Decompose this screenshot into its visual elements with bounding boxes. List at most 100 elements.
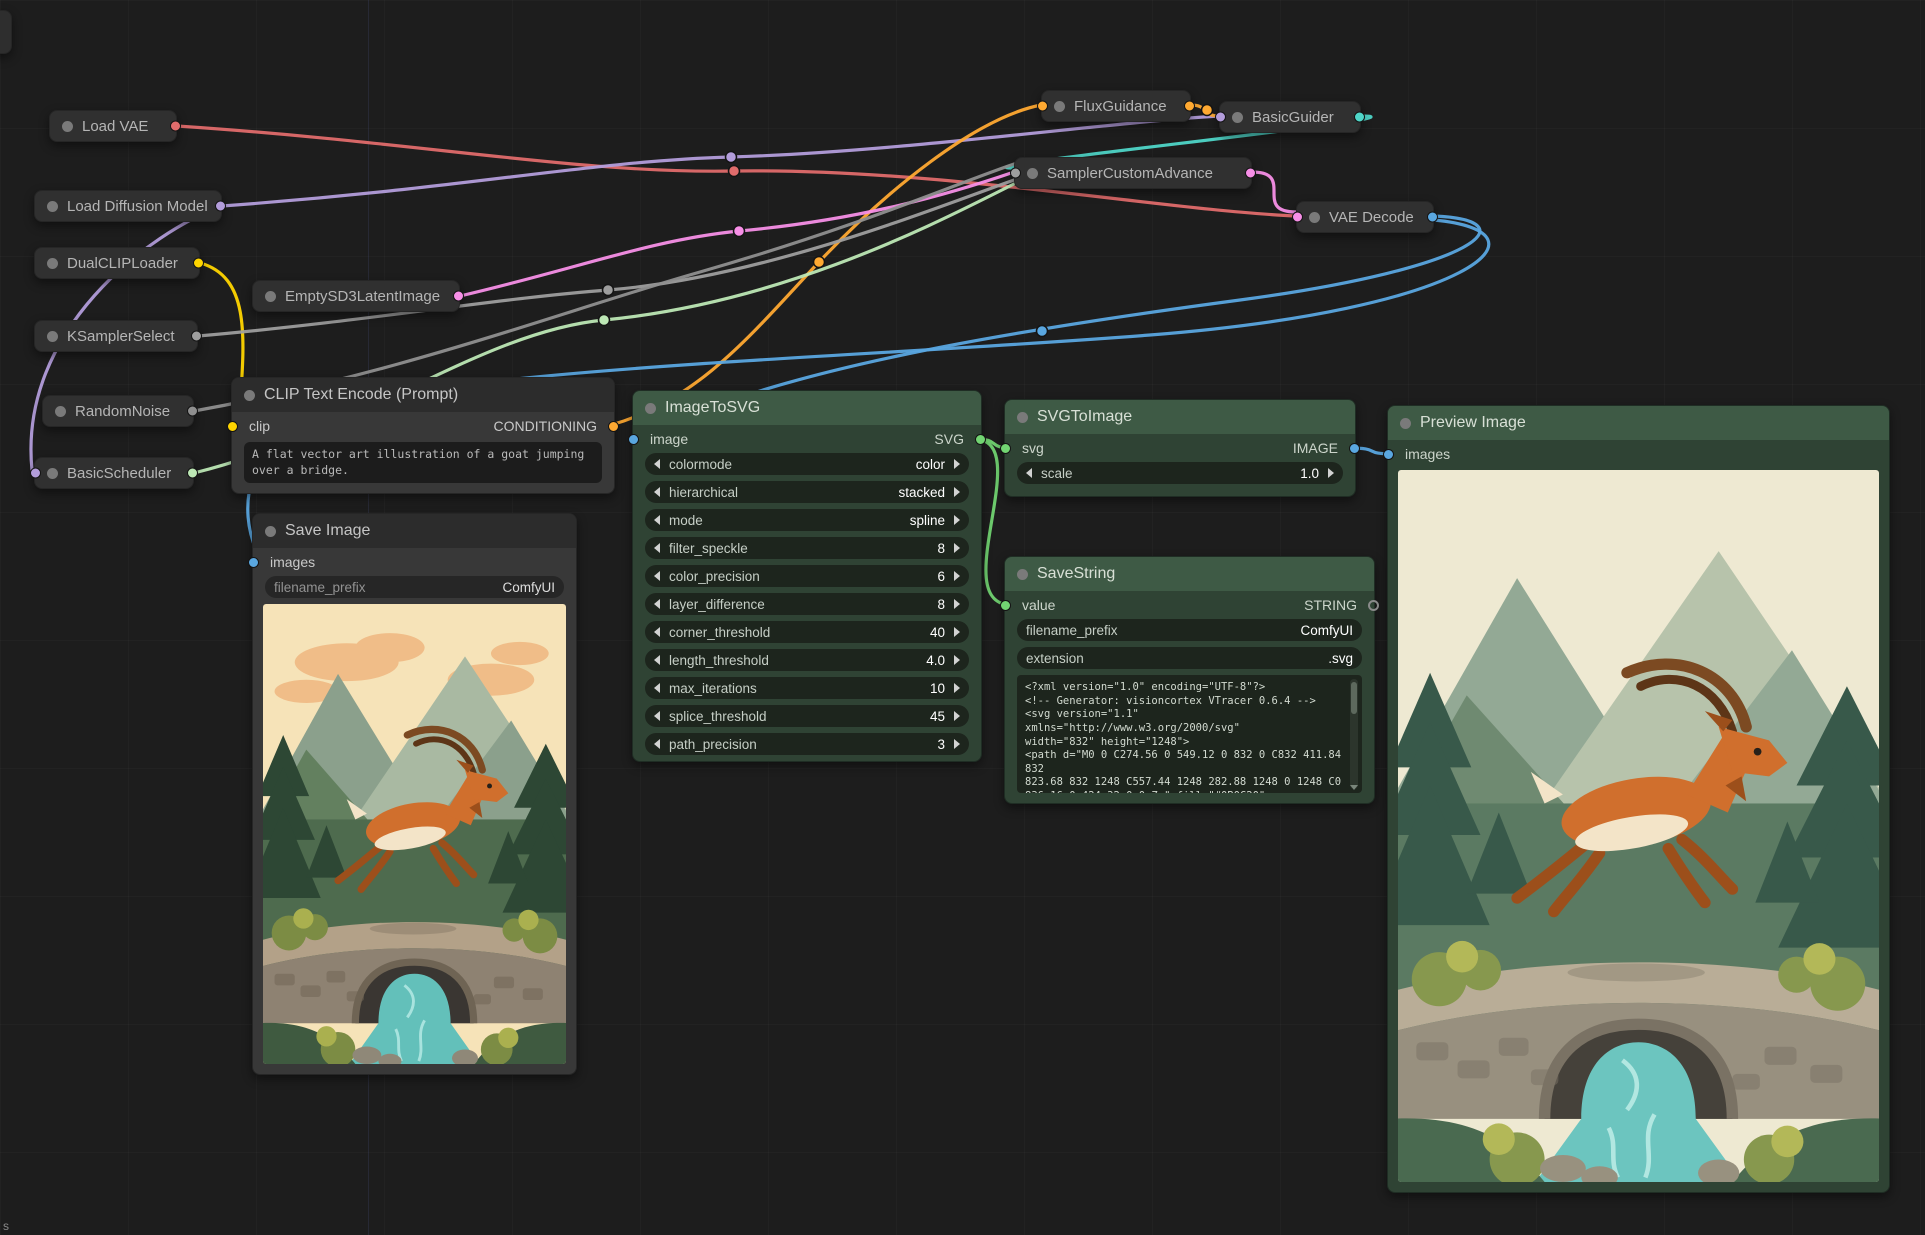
widget-extension[interactable]: extension.svg xyxy=(1017,647,1362,669)
node-basicscheduler[interactable]: BasicScheduler xyxy=(34,457,194,489)
decrement-arrow-icon[interactable] xyxy=(1026,468,1032,478)
output-port[interactable] xyxy=(1245,168,1256,179)
node-svgtoimage[interactable]: SVGToImage svg IMAGE scale1.0 xyxy=(1004,399,1356,497)
node-header[interactable]: Save Image xyxy=(253,514,576,548)
widget-filename_prefix[interactable]: filename_prefixComfyUI xyxy=(265,576,564,598)
node-header[interactable]: SaveString xyxy=(1005,557,1374,591)
increment-arrow-icon[interactable] xyxy=(954,459,960,469)
collapse-dot-icon[interactable] xyxy=(244,390,255,401)
widget-path_precision[interactable]: path_precision3 xyxy=(645,733,969,755)
increment-arrow-icon[interactable] xyxy=(954,487,960,497)
collapse-dot-icon[interactable] xyxy=(1054,101,1065,112)
collapse-dot-icon[interactable] xyxy=(1027,168,1038,179)
widget-hierarchical[interactable]: hierarchicalstacked xyxy=(645,481,969,503)
value-input-port[interactable] xyxy=(1000,600,1011,611)
decrement-arrow-icon[interactable] xyxy=(654,487,660,497)
reroute-dot[interactable] xyxy=(729,166,740,177)
input-port[interactable] xyxy=(1215,112,1226,123)
collapse-dot-icon[interactable] xyxy=(1400,418,1411,429)
increment-arrow-icon[interactable] xyxy=(1328,468,1334,478)
widget-filename_prefix[interactable]: filename_prefixComfyUI xyxy=(1017,619,1362,641)
conditioning-output-port[interactable] xyxy=(608,421,619,432)
decrement-arrow-icon[interactable] xyxy=(654,459,660,469)
node-dualcliploader[interactable]: DualCLIPLoader xyxy=(34,247,200,279)
graph-canvas[interactable]: Load VAE Load Diffusion Model DualCLIPLo… xyxy=(0,0,1925,1235)
widget-color_precision[interactable]: color_precision6 xyxy=(645,565,969,587)
output-port[interactable] xyxy=(187,468,198,479)
node-vae-decode[interactable]: VAE Decode xyxy=(1296,201,1434,233)
collapse-dot-icon[interactable] xyxy=(1017,569,1028,580)
output-port[interactable] xyxy=(191,331,202,342)
node-save-image[interactable]: Save Image images filename_prefixComfyUI xyxy=(252,513,577,1075)
offscreen-node[interactable] xyxy=(0,10,12,54)
node-fluxguidance[interactable]: FluxGuidance xyxy=(1041,90,1191,122)
decrement-arrow-icon[interactable] xyxy=(654,543,660,553)
widget-scale[interactable]: scale1.0 xyxy=(1017,462,1343,484)
node-emptysd3latentimage[interactable]: EmptySD3LatentImage xyxy=(252,280,460,312)
node-load-diffusion-model[interactable]: Load Diffusion Model xyxy=(34,190,222,222)
collapse-dot-icon[interactable] xyxy=(47,201,58,212)
node-preview-image[interactable]: Preview Image images xyxy=(1387,405,1890,1193)
node-ksamplerselect[interactable]: KSamplerSelect xyxy=(34,320,198,352)
node-imagetosvg[interactable]: ImageToSVG image SVG colormodecolorhiera… xyxy=(632,390,982,762)
collapse-dot-icon[interactable] xyxy=(47,468,58,479)
output-port[interactable] xyxy=(193,258,204,269)
image-output-port[interactable] xyxy=(1349,443,1360,454)
widget-mode[interactable]: modespline xyxy=(645,509,969,531)
node-header[interactable]: SVGToImage xyxy=(1005,400,1355,434)
scrollbar[interactable] xyxy=(1350,679,1358,789)
widget-filter_speckle[interactable]: filter_speckle8 xyxy=(645,537,969,559)
widget-max_iterations[interactable]: max_iterations10 xyxy=(645,677,969,699)
decrement-arrow-icon[interactable] xyxy=(654,655,660,665)
decrement-arrow-icon[interactable] xyxy=(654,515,660,525)
reroute-dot[interactable] xyxy=(1202,105,1213,116)
increment-arrow-icon[interactable] xyxy=(954,683,960,693)
widget-corner_threshold[interactable]: corner_threshold40 xyxy=(645,621,969,643)
scroll-down-icon[interactable] xyxy=(1350,785,1358,790)
input-port[interactable] xyxy=(30,468,41,479)
output-port[interactable] xyxy=(215,201,226,212)
preview-image-output[interactable] xyxy=(1398,470,1879,1182)
input-port[interactable] xyxy=(1010,168,1021,179)
reroute-dot[interactable] xyxy=(734,226,745,237)
increment-arrow-icon[interactable] xyxy=(954,711,960,721)
output-port[interactable] xyxy=(1184,101,1195,112)
collapse-dot-icon[interactable] xyxy=(265,526,276,537)
collapse-dot-icon[interactable] xyxy=(645,403,656,414)
reroute-dot[interactable] xyxy=(814,257,825,268)
reroute-dot[interactable] xyxy=(1037,326,1048,337)
increment-arrow-icon[interactable] xyxy=(954,599,960,609)
collapse-dot-icon[interactable] xyxy=(1232,112,1243,123)
images-input-port[interactable] xyxy=(248,557,259,568)
image-input-port[interactable] xyxy=(628,434,639,445)
reroute-dot[interactable] xyxy=(599,315,610,326)
node-header[interactable]: CLIP Text Encode (Prompt) xyxy=(232,378,614,412)
increment-arrow-icon[interactable] xyxy=(954,739,960,749)
decrement-arrow-icon[interactable] xyxy=(654,599,660,609)
increment-arrow-icon[interactable] xyxy=(954,627,960,637)
widget-colormode[interactable]: colormodecolor xyxy=(645,453,969,475)
collapse-dot-icon[interactable] xyxy=(1017,412,1028,423)
svg-input-port[interactable] xyxy=(1000,443,1011,454)
reroute-dot[interactable] xyxy=(726,152,737,163)
collapse-dot-icon[interactable] xyxy=(1309,212,1320,223)
reroute-dot[interactable] xyxy=(603,285,614,296)
decrement-arrow-icon[interactable] xyxy=(654,739,660,749)
increment-arrow-icon[interactable] xyxy=(954,655,960,665)
node-samplercustomadvance[interactable]: SamplerCustomAdvance xyxy=(1014,157,1252,189)
widget-layer_difference[interactable]: layer_difference8 xyxy=(645,593,969,615)
decrement-arrow-icon[interactable] xyxy=(654,711,660,721)
decrement-arrow-icon[interactable] xyxy=(654,627,660,637)
images-input-port[interactable] xyxy=(1383,449,1394,460)
output-port[interactable] xyxy=(170,121,181,132)
node-load-vae[interactable]: Load VAE xyxy=(49,110,177,142)
svg-text-output[interactable]: <?xml version="1.0" encoding="UTF-8"?> <… xyxy=(1017,675,1362,793)
collapse-dot-icon[interactable] xyxy=(47,331,58,342)
collapse-dot-icon[interactable] xyxy=(47,258,58,269)
node-randomnoise[interactable]: RandomNoise xyxy=(42,395,194,427)
output-port[interactable] xyxy=(1354,112,1365,123)
node-header[interactable]: ImageToSVG xyxy=(633,391,981,425)
prompt-text-input[interactable]: A flat vector art illustration of a goat… xyxy=(244,442,602,483)
decrement-arrow-icon[interactable] xyxy=(654,571,660,581)
generated-image-preview[interactable] xyxy=(263,604,566,1064)
